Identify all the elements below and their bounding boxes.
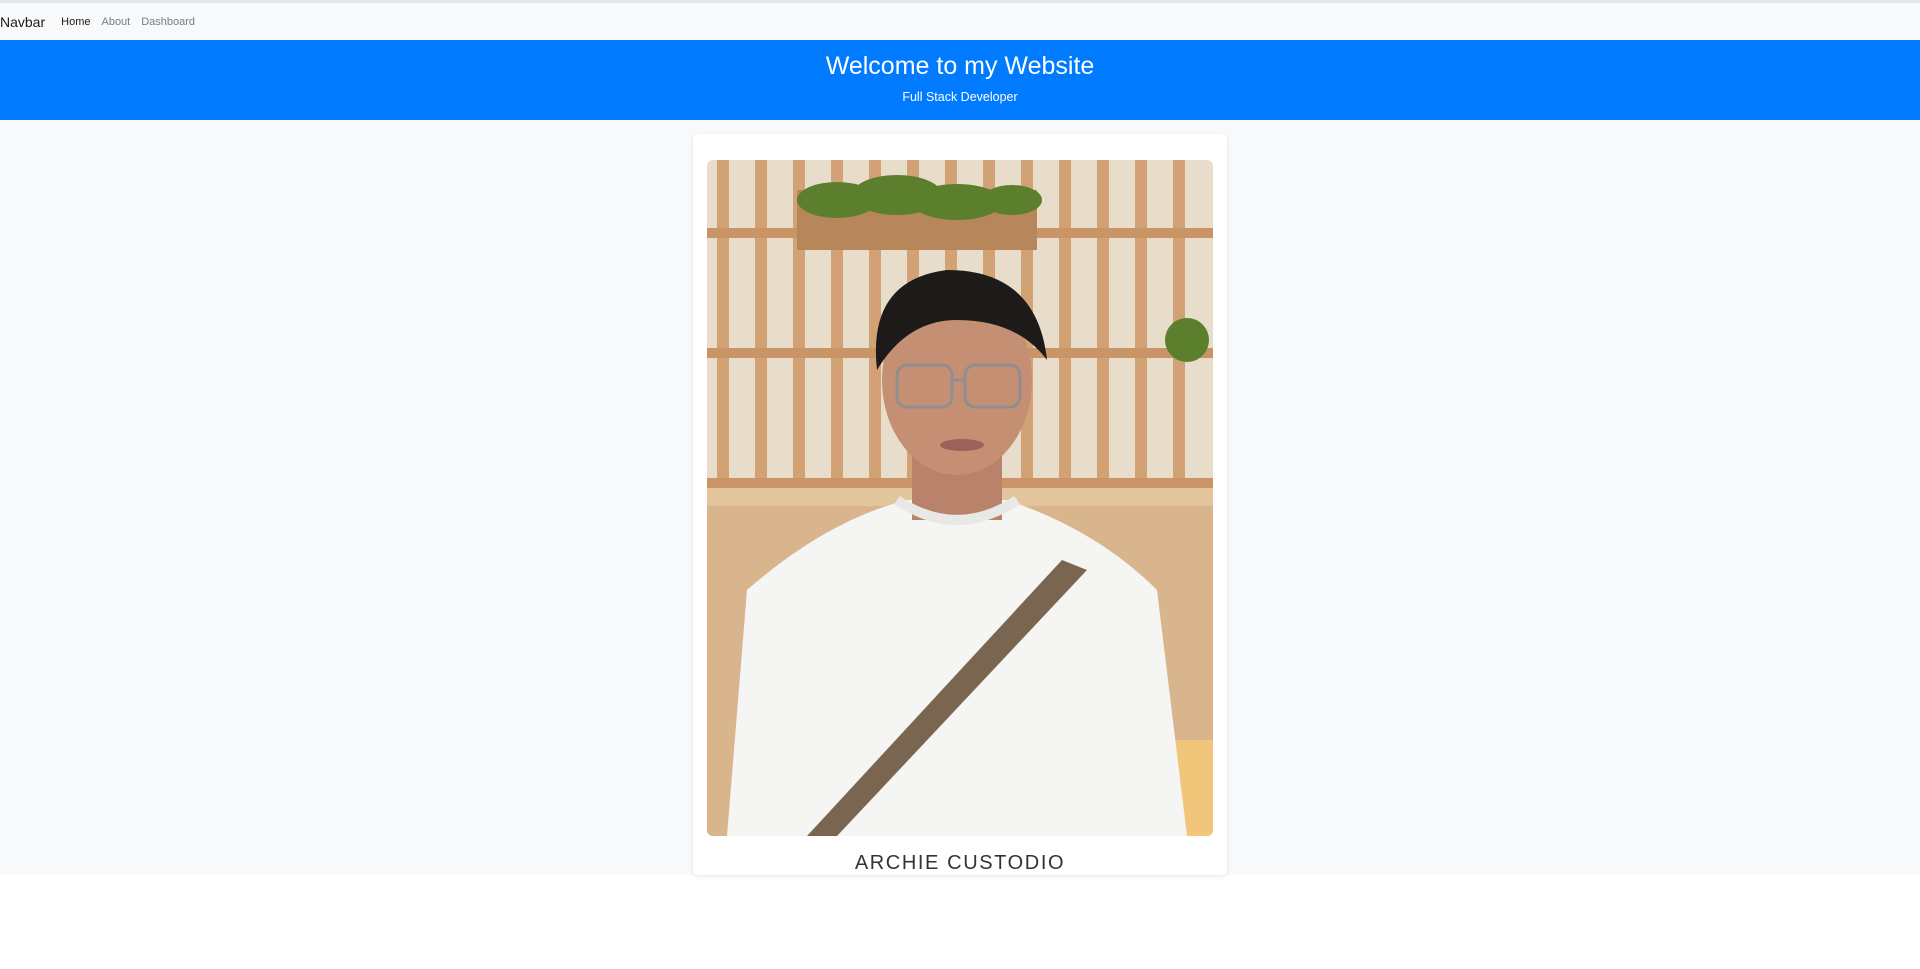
profile-photo [707, 160, 1213, 836]
profile-name: ARCHIE CUSTODIO [854, 852, 1066, 874]
hero-title: Welcome to my Website [825, 52, 1095, 80]
navbar: Navbar Home About Dashboard [0, 3, 1920, 40]
nav-link-dashboard[interactable]: Dashboard [141, 16, 195, 28]
hero-banner: Welcome to my Website Full Stack Develop… [0, 40, 1920, 120]
main-content: ARCHIE CUSTODIO [0, 120, 1920, 875]
navbar-brand[interactable]: Navbar [0, 14, 45, 30]
nav-link-home[interactable]: Home [61, 16, 90, 28]
nav-link-about[interactable]: About [101, 16, 130, 28]
profile-card: ARCHIE CUSTODIO [693, 134, 1227, 875]
hero-subtitle: Full Stack Developer [902, 90, 1018, 104]
